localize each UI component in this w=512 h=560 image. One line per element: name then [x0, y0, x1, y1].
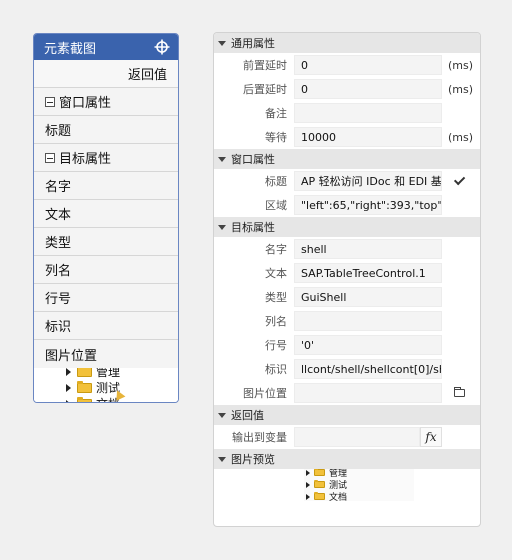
output-variable-row: 输出到变量 fx — [214, 425, 480, 449]
post-delay-input[interactable]: 0 — [294, 79, 442, 99]
target-text-row: 文本 SAP.TableTreeControl.1 — [214, 261, 480, 285]
folder-icon — [77, 396, 92, 402]
pre-delay-row: 前置延时 0 (ms) — [214, 53, 480, 77]
properties-panel: 通用属性 前置延时 0 (ms) 后置延时 0 (ms) 备注 等待 10000… — [213, 32, 481, 527]
caret-down-icon — [218, 224, 226, 230]
output-variable-input[interactable] — [294, 427, 420, 447]
expand-icon — [306, 481, 310, 488]
target-name-input[interactable]: shell — [294, 239, 442, 259]
folder-icon — [314, 480, 325, 488]
section-preview[interactable]: 图片预览 — [214, 449, 480, 469]
target-id-row: 标识 llcont/shell/shellcont[0]/shell' — [214, 357, 480, 381]
section-return[interactable]: 返回值 — [214, 405, 480, 425]
folder-open-icon[interactable] — [454, 387, 465, 397]
panel-header: 元素截图 — [34, 34, 178, 60]
section-target[interactable]: 目标属性 — [214, 217, 480, 237]
target-column-input[interactable] — [294, 311, 442, 331]
window-title-input[interactable]: AP 轻松访问 IDoc 和 EDI 基础" — [294, 171, 442, 191]
panel-title: 元素截图 — [44, 41, 97, 57]
tree-item: 测试 — [66, 379, 120, 396]
expand-icon — [66, 368, 71, 376]
image-preview: 管理 测试 文档 — [214, 469, 480, 505]
target-image-pos-row: 图片位置 — [214, 381, 480, 405]
title-row[interactable]: 标题 — [34, 116, 178, 144]
name-row[interactable]: 名字 — [34, 172, 178, 200]
text-row[interactable]: 文本 — [34, 200, 178, 228]
section-general[interactable]: 通用属性 — [214, 33, 480, 53]
caret-down-icon — [218, 456, 226, 462]
window-title-row: 标题 AP 轻松访问 IDoc 和 EDI 基础" — [214, 169, 480, 193]
image-position-input[interactable] — [294, 383, 442, 403]
target-column-row: 列名 — [214, 309, 480, 333]
expand-icon — [306, 493, 310, 500]
row-number-row[interactable]: 行号 — [34, 284, 178, 312]
target-row-number-row: 行号 '0' — [214, 333, 480, 357]
folder-icon — [77, 380, 92, 393]
region-row: 区域 "left":65,"right":393,"top":175) — [214, 193, 480, 217]
caret-down-icon — [218, 156, 226, 162]
identifier-row[interactable]: 标识 — [34, 312, 178, 340]
note-input[interactable] — [294, 103, 442, 123]
tree-item: 文档 — [66, 395, 120, 402]
section-window[interactable]: 窗口属性 — [214, 149, 480, 169]
note-row: 备注 — [214, 101, 480, 125]
expand-icon — [306, 469, 310, 476]
folder-icon — [314, 469, 325, 476]
expand-icon — [66, 383, 71, 392]
tree-item: 文档 — [306, 490, 347, 501]
target-type-row: 类型 GuiShell — [214, 285, 480, 309]
region-input[interactable]: "left":65,"right":393,"top":175) — [294, 195, 442, 215]
collapse-icon[interactable] — [45, 96, 55, 107]
type-row[interactable]: 类型 — [34, 228, 178, 256]
target-id-input[interactable]: llcont/shell/shellcont[0]/shell' — [294, 359, 442, 379]
collapse-icon[interactable] — [45, 152, 55, 163]
target-text-input[interactable]: SAP.TableTreeControl.1 — [294, 263, 442, 283]
target-row-input[interactable]: '0' — [294, 335, 442, 355]
post-delay-row: 后置延时 0 (ms) — [214, 77, 480, 101]
check-icon[interactable] — [453, 173, 466, 186]
return-value-row[interactable]: 返回值 — [34, 60, 178, 88]
window-props-group[interactable]: 窗口属性 — [34, 88, 178, 116]
image-position-row[interactable]: 图片位置 — [34, 340, 178, 368]
wait-row: 等待 10000 (ms) — [214, 125, 480, 149]
column-row[interactable]: 列名 — [34, 256, 178, 284]
caret-down-icon — [218, 40, 226, 46]
expand-icon — [66, 399, 71, 402]
target-props-group[interactable]: 目标属性 — [34, 144, 178, 172]
fx-icon[interactable]: fx — [420, 427, 442, 447]
target-type-input[interactable]: GuiShell — [294, 287, 442, 307]
pre-delay-input[interactable]: 0 — [294, 55, 442, 75]
wait-input[interactable]: 10000 — [294, 127, 442, 147]
folder-icon — [77, 368, 92, 377]
caret-down-icon — [218, 412, 226, 418]
screenshot-preview: 管理 测试 文档 — [34, 368, 178, 402]
target-name-row: 名字 shell — [214, 237, 480, 261]
preview-image: 管理 测试 文档 — [304, 469, 414, 501]
folder-icon — [314, 492, 325, 500]
element-screenshot-panel: 元素截图 返回值 窗口属性 标题 目标属性 名字 文本 类型 列名 行号 标识 … — [33, 33, 179, 403]
crosshair-icon[interactable] — [154, 39, 170, 55]
